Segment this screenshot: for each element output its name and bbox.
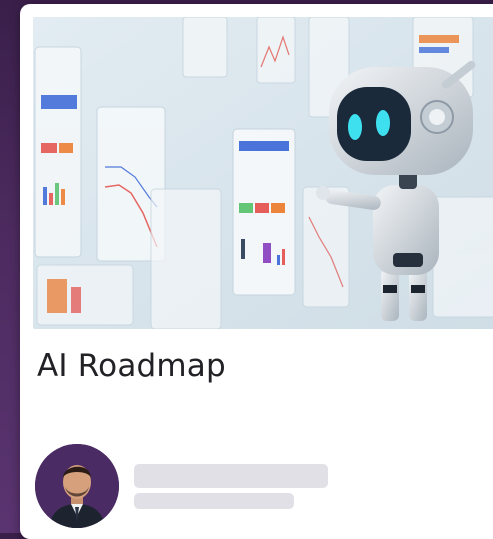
card-hero-image[interactable] (33, 17, 493, 329)
person-avatar-icon (35, 444, 119, 528)
author-meta-placeholder (134, 493, 294, 509)
author-avatar[interactable] (35, 444, 119, 528)
author-name-placeholder (134, 464, 328, 488)
article-card[interactable]: AI Roadmap (20, 4, 493, 539)
dashboard-panel (232, 128, 296, 296)
dashboard-panel (34, 46, 82, 258)
card-title[interactable]: AI Roadmap (37, 348, 226, 384)
